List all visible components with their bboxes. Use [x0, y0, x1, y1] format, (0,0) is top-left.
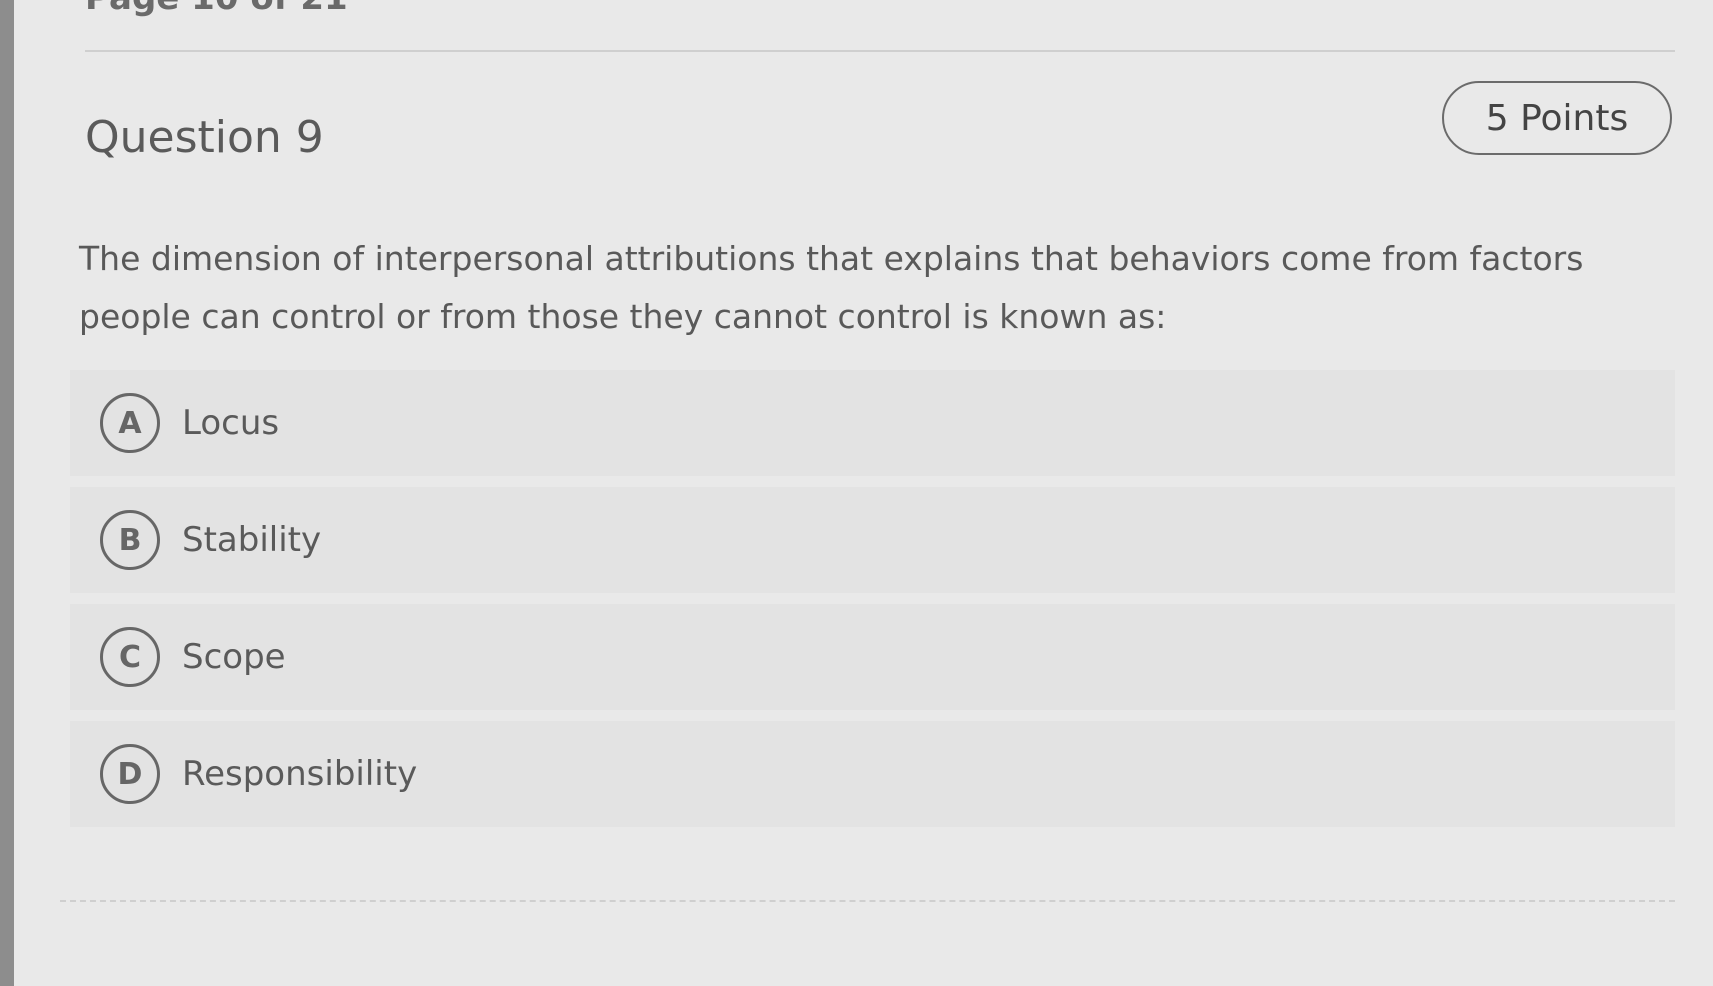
bottom-divider — [60, 900, 1675, 902]
left-edge — [0, 0, 14, 986]
question-title: Question 9 — [85, 112, 324, 163]
option-label: Responsibility — [182, 754, 418, 794]
page-indicator: Page 10 of 21 — [85, 0, 348, 18]
answer-options: A Locus B Stability C Scope D Responsibi… — [70, 370, 1675, 838]
option-b[interactable]: B Stability — [70, 487, 1675, 593]
option-label: Locus — [182, 403, 280, 443]
question-text: The dimension of interpersonal attributi… — [79, 239, 1584, 336]
option-letter-circle: D — [100, 744, 160, 804]
option-letter-circle: A — [100, 393, 160, 453]
option-d[interactable]: D Responsibility — [70, 721, 1675, 827]
top-divider — [85, 50, 1675, 52]
option-a[interactable]: A Locus — [70, 370, 1675, 476]
option-letter-circle: B — [100, 510, 160, 570]
option-letter-circle: C — [100, 627, 160, 687]
points-badge: 5 Points — [1442, 81, 1672, 155]
option-label: Scope — [182, 637, 286, 677]
option-label: Stability — [182, 520, 322, 560]
option-c[interactable]: C Scope — [70, 604, 1675, 710]
